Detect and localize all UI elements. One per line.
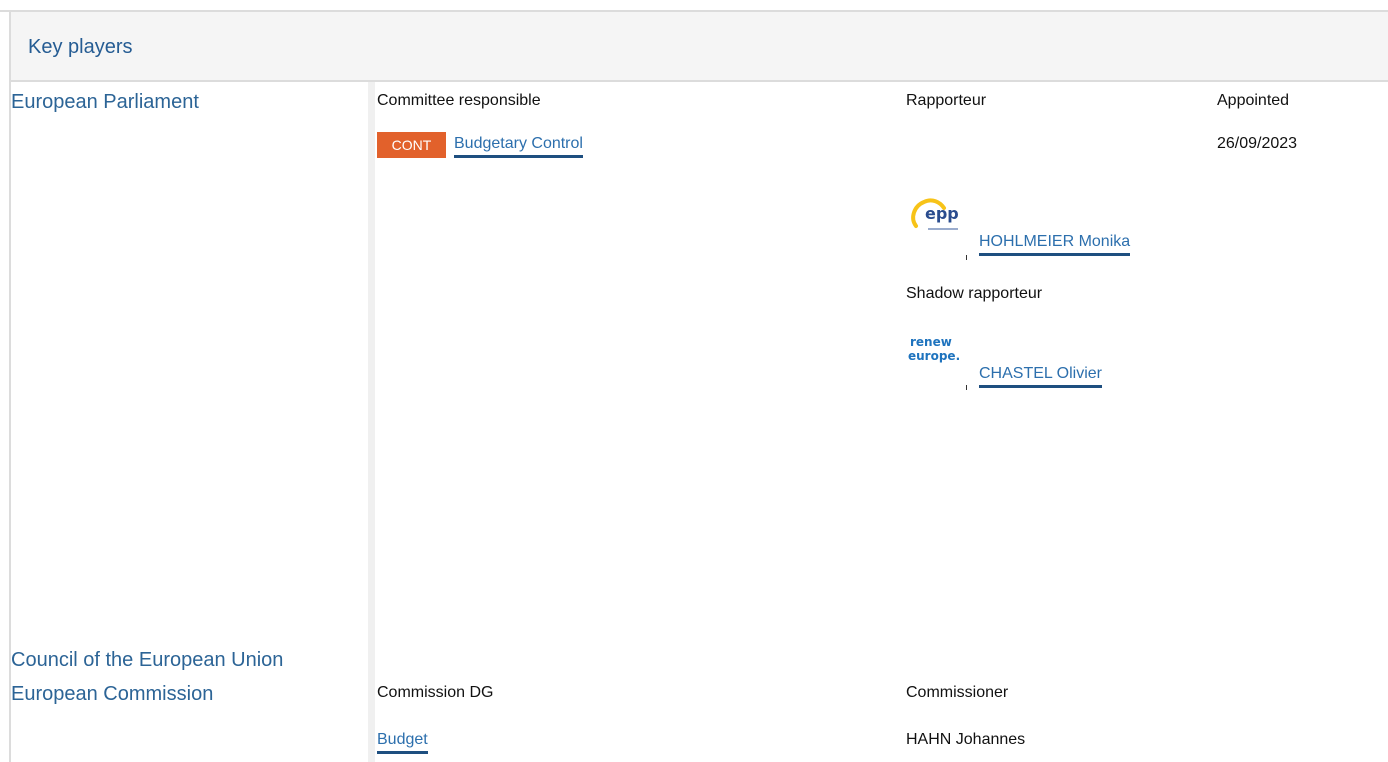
svg-text:europe.: europe.	[908, 349, 960, 363]
institution-european-parliament[interactable]: European Parliament	[11, 89, 199, 115]
committee-link[interactable]: Budgetary Control	[454, 135, 583, 158]
rapporteur-label: Rapporteur	[906, 92, 987, 109]
appointed-label: Appointed	[1217, 92, 1290, 109]
commission-dg-link[interactable]: Budget	[377, 731, 428, 754]
shadow-rapporteur-label: Shadow rapporteur	[906, 285, 1043, 302]
commissioner-name: HAHN Johannes	[906, 731, 1026, 748]
logo-tick	[966, 255, 967, 260]
institution-european-commission[interactable]: European Commission	[11, 681, 213, 707]
commissioner-label: Commissioner	[906, 684, 1009, 701]
column-separator	[368, 82, 375, 762]
rapporteur-name-link[interactable]: HOHLMEIER Monika	[979, 233, 1131, 256]
logo-tick	[966, 385, 967, 390]
shadow-rapporteur-name-link[interactable]: CHASTEL Olivier	[979, 365, 1102, 388]
svg-text:epp: epp	[925, 204, 959, 223]
section-title: Key players	[28, 36, 133, 58]
svg-text:renew: renew	[910, 335, 952, 349]
epp-logo-icon: epp	[906, 188, 967, 260]
committee-responsible-label: Committee responsible	[377, 92, 541, 109]
renew-europe-logo-icon: renew europe.	[906, 320, 967, 392]
appointed-date: 26/09/2023	[1217, 135, 1298, 152]
committee-code-badge: CONT	[377, 132, 446, 158]
key-players-header: Key players	[11, 12, 1388, 82]
commission-dg-label: Commission DG	[377, 684, 494, 701]
institution-council[interactable]: Council of the European Union	[11, 647, 283, 673]
